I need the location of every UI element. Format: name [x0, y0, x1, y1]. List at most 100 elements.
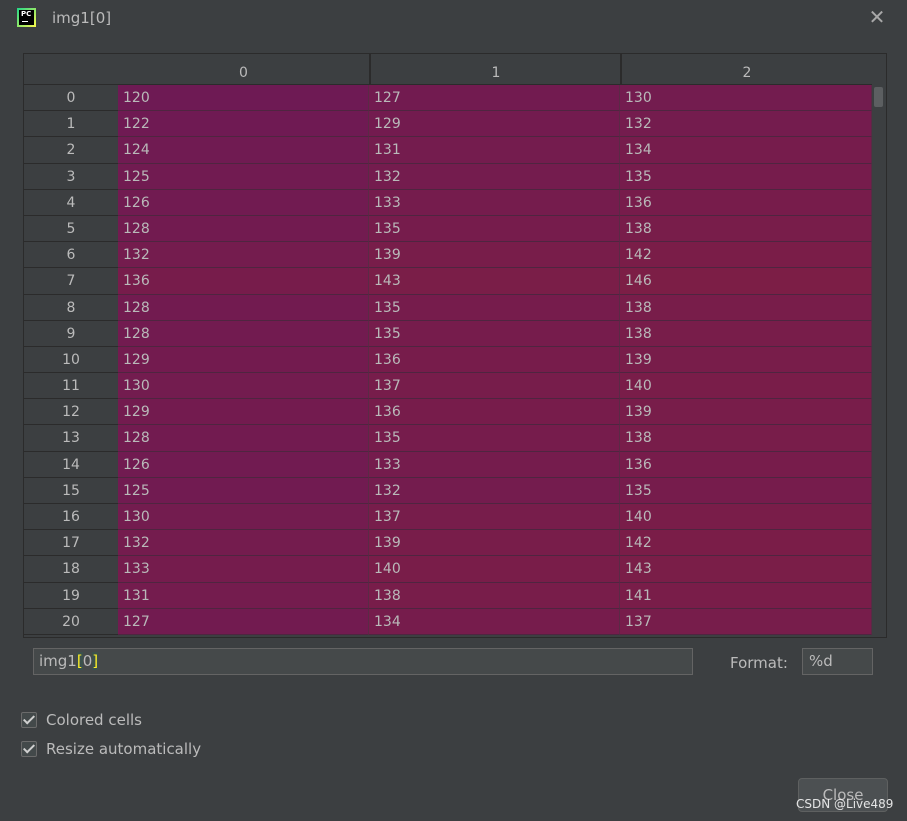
table-cell[interactable]: 136 — [118, 268, 369, 295]
table-cell[interactable]: 140 — [620, 373, 872, 400]
colored-cells-label: Colored cells — [46, 711, 142, 729]
table-cell[interactable]: 130 — [118, 504, 369, 531]
table-cell[interactable]: 130 — [118, 373, 369, 400]
close-icon[interactable]: ✕ — [866, 6, 888, 28]
table-row: 4 126 133 136 — [24, 189, 872, 216]
table-cell[interactable]: 131 — [369, 137, 620, 164]
table-cell[interactable]: 143 — [620, 556, 872, 583]
table-cell[interactable]: 120 — [118, 85, 369, 112]
table-cell[interactable]: 130 — [620, 85, 872, 112]
row-index: 8 — [24, 294, 118, 321]
resize-automatically-checkbox[interactable] — [21, 741, 37, 757]
table-cell[interactable]: 139 — [369, 242, 620, 269]
table-cell[interactable]: 132 — [369, 477, 620, 504]
format-label: Format: — [730, 654, 788, 672]
table-cell[interactable]: 128 — [118, 294, 369, 321]
vertical-scrollbar[interactable] — [872, 85, 886, 637]
table-row: 3 125 132 135 — [24, 163, 872, 190]
table-cell[interactable]: 138 — [620, 320, 872, 347]
table-cell[interactable]: 146 — [620, 268, 872, 295]
table-cell[interactable]: 132 — [118, 242, 369, 269]
table-cell[interactable]: 138 — [620, 294, 872, 321]
column-header-1[interactable]: 1 — [369, 54, 621, 84]
table-cell[interactable]: 132 — [620, 111, 872, 138]
table-cell[interactable]: 137 — [620, 608, 872, 635]
table-cell[interactable]: 137 — [369, 504, 620, 531]
row-index: 3 — [24, 163, 118, 190]
table-cell[interactable]: 133 — [118, 556, 369, 583]
table-row: 18 133 140 143 — [24, 556, 872, 583]
table-cell[interactable]: 136 — [620, 451, 872, 478]
table-cell[interactable]: 133 — [369, 189, 620, 216]
resize-automatically-label: Resize automatically — [46, 740, 202, 758]
column-header-0[interactable]: 0 — [118, 54, 369, 84]
table-cell[interactable]: 126 — [118, 451, 369, 478]
table-cell[interactable]: 136 — [620, 189, 872, 216]
row-index: 12 — [24, 399, 118, 426]
resize-automatically-option[interactable]: Resize automatically — [21, 739, 201, 759]
format-input[interactable]: %d — [802, 648, 873, 675]
table-cell[interactable]: 133 — [369, 451, 620, 478]
table-cell[interactable]: 138 — [620, 425, 872, 452]
row-index: 11 — [24, 373, 118, 400]
table-cell[interactable]: 137 — [369, 373, 620, 400]
table-cell[interactable]: 135 — [620, 477, 872, 504]
table-cell[interactable]: 135 — [369, 294, 620, 321]
table-row: 16 130 137 140 — [24, 504, 872, 531]
table-cell[interactable]: 127 — [369, 85, 620, 112]
table-cell[interactable]: 138 — [620, 215, 872, 243]
table-cell[interactable]: 135 — [369, 215, 620, 243]
table-cell[interactable]: 127 — [118, 608, 369, 635]
table-cell[interactable]: 142 — [620, 242, 872, 269]
table-cell[interactable]: 122 — [118, 111, 369, 138]
table-cell[interactable]: 142 — [620, 530, 872, 557]
window-title: img1[0] — [52, 9, 112, 27]
table-cell[interactable]: 126 — [118, 189, 369, 216]
table-cell[interactable]: 138 — [369, 582, 620, 609]
pycharm-app-icon: PC — [17, 8, 36, 27]
table-cell[interactable]: 124 — [118, 137, 369, 164]
array-table: 0 1 2 0 120 127 130 1 122 129 132 2 124 131 134 3 125… — [23, 53, 887, 638]
column-header-2[interactable]: 2 — [620, 54, 872, 84]
table-cell[interactable]: 128 — [118, 425, 369, 452]
table-cell[interactable]: 139 — [620, 346, 872, 374]
colored-cells-checkbox[interactable] — [21, 712, 37, 728]
table-cell[interactable]: 129 — [118, 399, 369, 426]
row-index: 19 — [24, 582, 118, 609]
row-index: 16 — [24, 504, 118, 531]
title-bar: PC img1[0] ✕ — [0, 0, 907, 40]
row-index: 14 — [24, 451, 118, 478]
table-cell[interactable]: 128 — [118, 215, 369, 243]
table-row: 13 128 135 138 — [24, 425, 872, 452]
table-cell[interactable]: 139 — [620, 399, 872, 426]
table-cell[interactable]: 143 — [369, 268, 620, 295]
table-cell[interactable]: 125 — [118, 477, 369, 504]
table-cell[interactable]: 140 — [369, 556, 620, 583]
table-cell[interactable]: 135 — [369, 425, 620, 452]
watermark: CSDN @Live489 — [796, 797, 894, 811]
table-cell[interactable]: 128 — [118, 320, 369, 347]
table-cell[interactable]: 132 — [118, 530, 369, 557]
table-cell[interactable]: 134 — [369, 608, 620, 635]
table-cell[interactable]: 134 — [620, 137, 872, 164]
table-cell[interactable]: 131 — [118, 582, 369, 609]
table-cell[interactable]: 135 — [369, 320, 620, 347]
scroll-thumb[interactable] — [874, 87, 883, 107]
row-index: 7 — [24, 268, 118, 295]
table-cell[interactable]: 139 — [369, 530, 620, 557]
table-row: 7 136 143 146 — [24, 268, 872, 295]
header-corner — [24, 54, 118, 84]
expression-index: 0 — [82, 652, 93, 670]
table-cell[interactable]: 132 — [369, 163, 620, 190]
table-cell[interactable]: 125 — [118, 163, 369, 190]
table-cell[interactable]: 129 — [369, 111, 620, 138]
row-index: 5 — [24, 215, 118, 243]
colored-cells-option[interactable]: Colored cells — [21, 710, 142, 730]
table-cell[interactable]: 135 — [620, 163, 872, 190]
table-cell[interactable]: 141 — [620, 582, 872, 609]
table-cell[interactable]: 140 — [620, 504, 872, 531]
table-cell[interactable]: 136 — [369, 399, 620, 426]
table-cell[interactable]: 136 — [369, 346, 620, 374]
expression-input[interactable]: img1[0] — [33, 648, 693, 675]
table-cell[interactable]: 129 — [118, 346, 369, 374]
